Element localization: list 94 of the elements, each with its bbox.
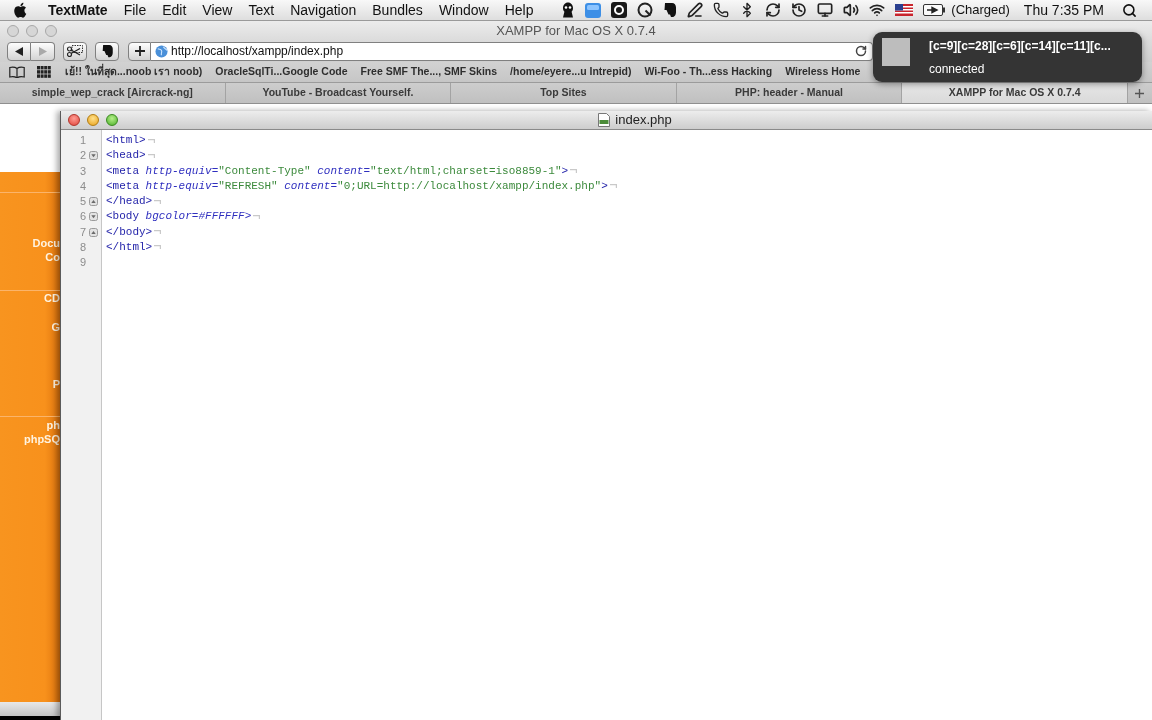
browser-tab[interactable]: YouTube - Broadcast Yourself. — [225, 83, 452, 103]
plus-icon — [1135, 88, 1145, 98]
browser-tab[interactable]: simple_wep_crack [Aircrack-ng] — [0, 83, 226, 103]
line-number: 3 — [79, 164, 86, 178]
plus-icon — [134, 46, 145, 56]
menu-item[interactable]: File — [115, 0, 155, 21]
bookmark-link[interactable]: /home/eyere...u Intrepid) — [510, 64, 632, 80]
bookmark-link[interactable]: เย้!! ในที่สุด...noob เรา noob) — [65, 64, 203, 80]
tile-icon[interactable] — [585, 2, 602, 18]
ring-icon[interactable] — [637, 2, 654, 18]
clock-icon[interactable] — [791, 2, 808, 18]
minimize-button[interactable] — [87, 114, 99, 126]
globe-icon — [155, 44, 168, 58]
menu-item[interactable]: View — [194, 0, 241, 21]
fold-marker-icon[interactable] — [89, 151, 98, 161]
line-end-icon — [609, 184, 617, 189]
line-number: 7 — [79, 225, 86, 239]
notification-title: [c=9][c=28][c=6][c=14][c=11][c... — [929, 39, 1111, 53]
note-button[interactable] — [95, 41, 119, 61]
flag-icon[interactable] — [895, 4, 914, 16]
clock[interactable]: Thu 7:35 PM — [1023, 0, 1104, 21]
line-end-icon — [253, 214, 261, 219]
code-line: </head> — [106, 195, 153, 209]
back-button[interactable] — [7, 41, 31, 61]
photo-placeholder — [882, 38, 910, 66]
battery-icon[interactable] — [923, 4, 946, 16]
display-icon[interactable] — [817, 2, 834, 18]
address-field[interactable]: http://localhost/xampp/index.php — [151, 41, 873, 61]
phone-icon[interactable] — [713, 2, 730, 18]
menu-item[interactable]: Help — [496, 0, 542, 21]
figure-icon[interactable] — [561, 2, 576, 18]
wifi-icon[interactable] — [869, 2, 886, 18]
code-line: <meta http-equiv="REFRESH" content="0;URL=http://localhost/xampp/index.php"> — [106, 179, 608, 193]
logo-icon — [100, 44, 114, 58]
code-line: <meta http-equiv="Content-Type" content="text/html;charset=iso8859-1"> — [106, 164, 569, 178]
apple-logo-icon[interactable] — [13, 2, 27, 18]
clipping-button[interactable] — [63, 41, 87, 61]
book-icon[interactable] — [9, 66, 25, 78]
browser-tab[interactable]: PHP: header - Manual — [676, 83, 903, 103]
bookmark-link[interactable]: OracleSqlTi...Google Code — [215, 64, 348, 80]
scissors-icon — [67, 45, 83, 57]
zoom-button[interactable] — [106, 114, 118, 126]
line-end-icon — [147, 153, 155, 158]
back-arrow-icon — [15, 46, 23, 56]
line-number: 9 — [79, 256, 86, 270]
menu-item[interactable]: Text — [240, 0, 283, 21]
app-menu[interactable]: TextMate — [40, 0, 116, 21]
line-end-icon — [154, 245, 162, 250]
bookmark-link[interactable]: Wireless Home — [785, 64, 861, 80]
code-line: <body bgcolor=#FFFFFF> — [106, 210, 252, 224]
browser-tab[interactable]: Top Sites — [451, 83, 677, 103]
bookmark-link[interactable]: Wi-Foo - Th...ess Hacking — [644, 64, 773, 80]
code-line: <html> — [106, 134, 146, 148]
pen-icon[interactable] — [687, 2, 704, 18]
menu-item[interactable]: Edit — [154, 0, 195, 21]
code-line: <head> — [106, 149, 146, 163]
line-number: 4 — [79, 179, 86, 193]
add-bookmark-button[interactable] — [128, 41, 151, 61]
line-number: 6 — [79, 210, 86, 224]
line-end-icon — [147, 138, 155, 143]
fold-marker-icon[interactable] — [89, 227, 98, 237]
address-text: http://localhost/xampp/index.php — [171, 43, 344, 60]
window-title: XAMPP for Mac OS X 0.7.4 — [496, 21, 656, 40]
bottom-bar — [0, 702, 60, 716]
bookmark-link[interactable]: Free SMF The..., SMF Skins — [360, 64, 498, 80]
browser-tab[interactable]: XAMPP for Mac OS X 0.7.4 — [902, 83, 1128, 103]
line-number: 5 — [79, 195, 86, 209]
code-line: </body> — [106, 225, 153, 239]
ring-tile-icon[interactable] — [611, 2, 628, 18]
line-end-icon — [154, 230, 162, 235]
grid-icon[interactable] — [37, 66, 51, 78]
close-button[interactable] — [68, 114, 80, 126]
line-end-icon — [570, 169, 578, 174]
line-number: 2 — [79, 149, 86, 163]
menu-item[interactable]: Navigation — [282, 0, 365, 21]
fold-marker-icon[interactable] — [89, 197, 98, 207]
fold-marker-icon[interactable] — [89, 212, 98, 222]
file-icon — [598, 113, 611, 127]
search-icon[interactable] — [1122, 2, 1137, 18]
notification-message: connected — [929, 62, 986, 76]
volume-icon[interactable] — [843, 2, 860, 18]
editor-title: index.php — [615, 111, 672, 130]
line-number: 8 — [79, 240, 86, 254]
code-line: </html> — [106, 240, 153, 254]
battery-status: (Charged) — [951, 1, 1010, 20]
sync-icon[interactable] — [765, 2, 782, 18]
reload-icon[interactable] — [855, 45, 867, 57]
menu-item[interactable]: Bundles — [364, 0, 431, 21]
new-tab-button[interactable] — [1127, 83, 1152, 103]
line-end-icon — [154, 199, 162, 204]
line-number: 1 — [79, 134, 86, 148]
logo-icon[interactable] — [663, 2, 678, 18]
forward-button[interactable] — [31, 41, 55, 61]
menu-item[interactable]: Window — [430, 0, 497, 21]
